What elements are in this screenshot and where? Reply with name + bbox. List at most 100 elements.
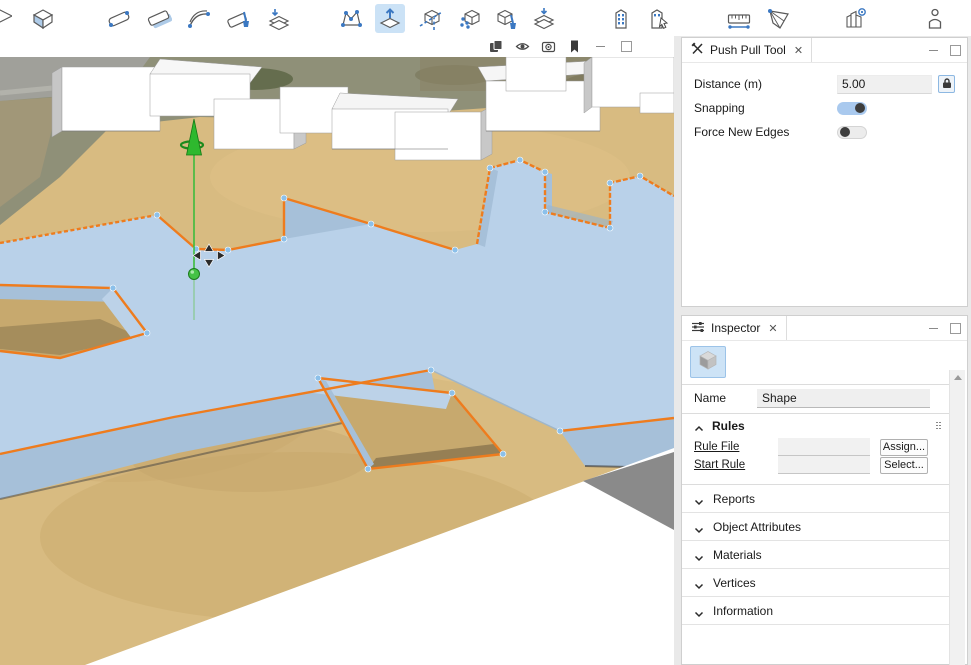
- viewport-maximize-icon[interactable]: [619, 39, 634, 54]
- curve-icon: [186, 6, 212, 32]
- panel-maximize-icon[interactable]: [950, 45, 961, 56]
- name-row: Name: [682, 385, 952, 411]
- cleanup-shapes-tool-button[interactable]: [491, 4, 521, 33]
- shape-volume-icon: [30, 6, 56, 32]
- inspector-scrollbar[interactable]: [949, 370, 965, 665]
- rules-title: Rules: [712, 419, 928, 433]
- tab-label: Push Pull Tool: [710, 43, 786, 57]
- city-wizard-tool-button[interactable]: [840, 4, 870, 33]
- cube-icon: [696, 349, 720, 376]
- panel-minimize-icon[interactable]: [929, 50, 938, 51]
- snapping-toggle[interactable]: [837, 102, 867, 115]
- generate-model-tool-button[interactable]: [606, 4, 636, 33]
- edge-shape-icon: [0, 6, 12, 32]
- cityengine-window: Push Pull Tool ✕ Distance (m): [0, 0, 971, 665]
- inspector-panel: Inspector ✕ Name: [681, 315, 968, 665]
- start-rule-row: Start Rule Select...: [682, 456, 952, 474]
- viewport-3d[interactable]: [0, 36, 674, 665]
- name-input[interactable]: [757, 389, 930, 408]
- visibility-icon[interactable]: [515, 39, 530, 54]
- rule-file-link[interactable]: Rule File: [694, 441, 768, 453]
- curve-tool-button[interactable]: [184, 4, 214, 33]
- cleanup-graph-tool-button[interactable]: [224, 4, 254, 33]
- force-new-edges-toggle[interactable]: [837, 126, 867, 139]
- distance-input[interactable]: [837, 75, 932, 94]
- push-pull-tool-panel: Push Pull Tool ✕ Distance (m): [681, 37, 968, 307]
- camera-icon[interactable]: [541, 39, 556, 54]
- inspector-tabbar: Inspector ✕: [682, 316, 967, 341]
- select-button[interactable]: Select...: [880, 457, 928, 474]
- rule-file-input[interactable]: [778, 438, 870, 456]
- measure-icon: [726, 6, 752, 32]
- graph-segment-tool-button[interactable]: [104, 4, 134, 33]
- start-rule-link[interactable]: Start Rule: [694, 459, 768, 471]
- main-toolbar: [0, 0, 971, 37]
- select-model-icon: [646, 6, 672, 32]
- distance-lock-button[interactable]: [938, 75, 955, 93]
- cleanup-graph-icon: [226, 6, 252, 32]
- layers-icon[interactable]: [489, 39, 504, 54]
- view-frustum-icon: [766, 6, 792, 32]
- push-pull-icon: [377, 6, 403, 32]
- snapping-label: Snapping: [694, 101, 837, 115]
- scroll-up-icon[interactable]: [954, 375, 962, 380]
- polygon-vertex-icon: [338, 6, 364, 32]
- split-shape-tool-button[interactable]: [416, 4, 446, 33]
- graph-segment-icon: [106, 6, 132, 32]
- push-pull-tool-button[interactable]: [375, 4, 405, 33]
- lock-icon: [942, 77, 952, 92]
- viewport-toolbar: [0, 36, 674, 57]
- select-model-tool-button[interactable]: [644, 4, 674, 33]
- tools-icon: [691, 42, 704, 58]
- rules-section-header[interactable]: Rules: [682, 414, 952, 438]
- simplify-graph-tool-button[interactable]: [264, 4, 294, 33]
- tab-push-pull-tool[interactable]: Push Pull Tool ✕: [682, 38, 812, 62]
- rule-file-row: Rule File Assign...: [682, 438, 952, 456]
- tab-label: Inspector: [711, 321, 760, 335]
- tab-close-icon[interactable]: ✕: [768, 322, 777, 335]
- edge-shape-tool-button[interactable]: [0, 4, 14, 33]
- section-information[interactable]: Information: [682, 597, 952, 625]
- tab-inspector[interactable]: Inspector ✕: [682, 316, 787, 340]
- right-panel-column: Push Pull Tool ✕ Distance (m): [674, 36, 971, 665]
- section-object-attributes[interactable]: Object Attributes: [682, 513, 952, 541]
- graph-surface-tool-button[interactable]: [144, 4, 174, 33]
- section-vertices[interactable]: Vertices: [682, 569, 952, 597]
- viewport-minimize-icon[interactable]: [593, 39, 608, 54]
- align-terrain-icon: [531, 6, 557, 32]
- person-view-tool-button[interactable]: [920, 4, 950, 33]
- tab-close-icon[interactable]: ✕: [794, 44, 803, 57]
- split-shape-icon: [418, 6, 444, 32]
- cleanup-shapes-icon: [493, 6, 519, 32]
- distance-row: Distance (m): [682, 72, 967, 96]
- view-frustum-tool-button[interactable]: [764, 4, 794, 33]
- panel-minimize-icon[interactable]: [929, 328, 938, 329]
- polygon-vertex-tool-button[interactable]: [336, 4, 366, 33]
- snapping-row: Snapping: [682, 96, 967, 120]
- texture-shape-icon: [457, 6, 483, 32]
- shape-type-button[interactable]: [690, 346, 726, 378]
- align-terrain-tool-button[interactable]: [529, 4, 559, 33]
- texture-shape-tool-button[interactable]: [455, 4, 485, 33]
- simplify-graph-icon: [266, 6, 292, 32]
- distance-label: Distance (m): [694, 77, 837, 91]
- person-icon: [922, 6, 948, 32]
- assign-button[interactable]: Assign...: [880, 439, 928, 456]
- chevron-down-icon: [694, 522, 704, 532]
- section-reports[interactable]: Reports: [682, 485, 952, 513]
- city-wizard-icon: [842, 6, 868, 32]
- chevron-down-icon: [694, 550, 704, 560]
- chevron-up-icon: [694, 421, 704, 431]
- name-label: Name: [694, 391, 757, 405]
- bookmark-icon[interactable]: [567, 39, 582, 54]
- chevron-down-icon: [694, 578, 704, 588]
- panel-maximize-icon[interactable]: [950, 323, 961, 334]
- start-rule-input[interactable]: [778, 456, 870, 474]
- measure-tool-button[interactable]: [724, 4, 754, 33]
- gizmo-ball[interactable]: [189, 269, 200, 280]
- shape-volume-tool-button[interactable]: [28, 4, 58, 33]
- section-menu-icon[interactable]: [936, 422, 942, 431]
- scene-3d-canvas[interactable]: [0, 57, 674, 665]
- section-materials[interactable]: Materials: [682, 541, 952, 569]
- chevron-down-icon: [694, 494, 704, 504]
